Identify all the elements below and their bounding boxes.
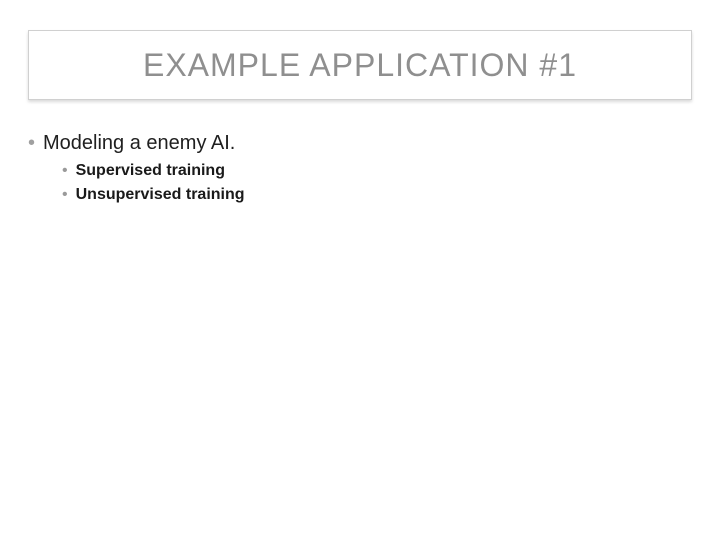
list-item-label: Supervised training [76, 160, 225, 182]
list-item: • Supervised training [62, 160, 692, 182]
list-item: • Unsupervised training [62, 184, 692, 206]
list-item-label: Modeling a enemy AI. [43, 130, 235, 156]
list-item: • Modeling a enemy AI. [28, 130, 692, 156]
bullet-icon: • [28, 130, 35, 156]
title-container: EXAMPLE APPLICATION #1 [28, 30, 692, 100]
slide: EXAMPLE APPLICATION #1 • Modeling a enem… [0, 0, 720, 540]
bullet-icon: • [62, 184, 68, 206]
list-item-label: Unsupervised training [76, 184, 245, 206]
sublist: • Supervised training • Unsupervised tra… [62, 160, 692, 206]
content-area: • Modeling a enemy AI. • Supervised trai… [28, 130, 692, 208]
slide-title: EXAMPLE APPLICATION #1 [143, 47, 577, 84]
bullet-icon: • [62, 160, 68, 182]
